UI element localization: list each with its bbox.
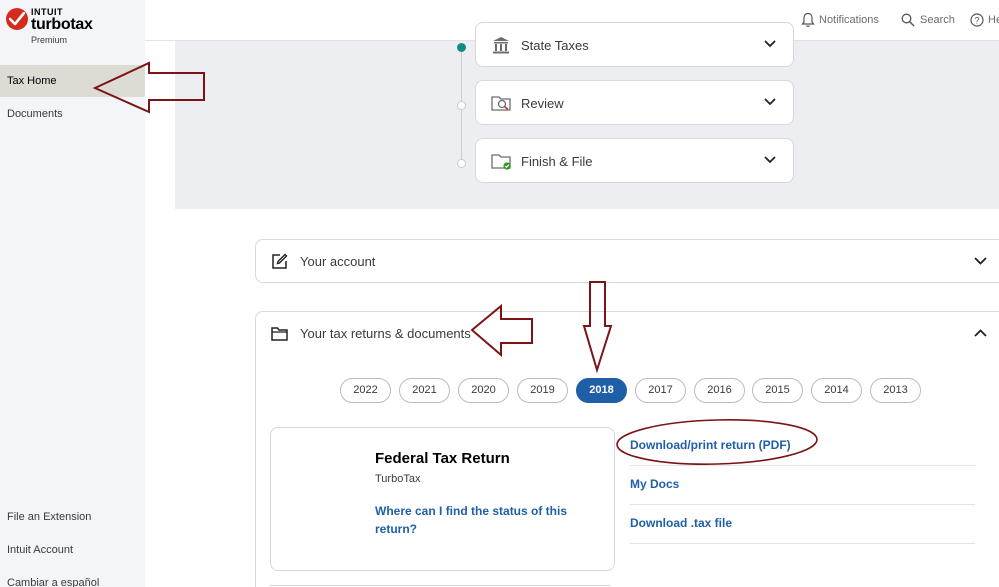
year-2020[interactable]: 2020: [458, 378, 509, 403]
chevron-down-icon: [764, 98, 776, 106]
tax-returns-header[interactable]: Your tax returns & documents: [256, 312, 999, 356]
year-2015[interactable]: 2015: [752, 378, 803, 403]
state-building-icon: [493, 37, 509, 54]
federal-return-subtitle: TurboTax: [375, 473, 421, 485]
year-2019[interactable]: 2019: [517, 378, 568, 403]
search-label: Search: [920, 14, 955, 26]
timeline-dot: [457, 159, 466, 168]
folder-icon: [271, 327, 288, 341]
sidebar-item-documents[interactable]: Documents: [0, 98, 145, 130]
sidebar-item-tax-home[interactable]: Tax Home: [0, 65, 145, 97]
year-2014[interactable]: 2014: [811, 378, 862, 403]
search-icon: [901, 13, 915, 27]
chevron-down-icon: [974, 257, 987, 265]
edit-icon: [272, 253, 288, 269]
download-tax-file-row: Download .tax file: [630, 505, 975, 544]
timeline-dot-complete: [457, 43, 466, 52]
chevron-up-icon: [974, 329, 987, 337]
step-label: State Taxes: [521, 38, 589, 53]
logo-product: turbotax: [31, 16, 93, 33]
step-finish-file[interactable]: Finish & File: [475, 138, 794, 183]
your-account-card[interactable]: Your account: [255, 239, 999, 283]
year-2022[interactable]: 2022: [340, 378, 391, 403]
tax-returns-title: Your tax returns & documents: [300, 326, 471, 341]
chevron-down-icon: [764, 156, 776, 164]
sidebar-item-spanish[interactable]: Cambiar a español: [0, 567, 145, 587]
search-link[interactable]: Search: [901, 11, 957, 29]
download-tax-file-link[interactable]: Download .tax file: [630, 516, 732, 530]
year-2013[interactable]: 2013: [870, 378, 921, 403]
year-2018[interactable]: 2018: [576, 378, 627, 403]
year-2017[interactable]: 2017: [635, 378, 686, 403]
sidebar: INTUIT turbotax Premium Tax Home Documen…: [0, 0, 145, 587]
help-label: He: [988, 14, 999, 26]
chevron-down-icon: [764, 40, 776, 48]
your-account-title: Your account: [300, 254, 376, 269]
svg-text:?: ?: [974, 15, 979, 25]
return-status-link[interactable]: Where can I find the status of this retu…: [375, 502, 585, 538]
notifications-link[interactable]: Notifications: [801, 11, 881, 29]
checkmark-logo-icon: [6, 8, 28, 30]
finish-folder-icon: [491, 154, 511, 170]
help-link[interactable]: ? He: [970, 11, 999, 29]
my-docs-link[interactable]: My Docs: [630, 477, 679, 491]
download-print-pdf-link[interactable]: Download/print return (PDF): [630, 438, 791, 452]
bell-icon: [801, 12, 815, 28]
timeline-dot: [457, 101, 466, 110]
step-label: Finish & File: [521, 154, 593, 169]
sidebar-item-file-extension[interactable]: File an Extension: [0, 501, 145, 533]
my-docs-row: My Docs: [630, 466, 975, 505]
logo-edition: Premium: [31, 35, 68, 45]
year-2016[interactable]: 2016: [694, 378, 745, 403]
step-state-taxes[interactable]: State Taxes: [475, 22, 794, 67]
federal-return-title: Federal Tax Return: [375, 450, 510, 467]
review-magnifier-icon: [491, 96, 511, 111]
download-pdf-row: Download/print return (PDF): [630, 427, 975, 466]
help-icon: ?: [970, 13, 984, 27]
step-label: Review: [521, 96, 564, 111]
step-review[interactable]: Review: [475, 80, 794, 125]
sidebar-item-intuit-account[interactable]: Intuit Account: [0, 534, 145, 566]
year-2021[interactable]: 2021: [399, 378, 450, 403]
notifications-label: Notifications: [819, 14, 879, 26]
federal-return-card: Federal Tax Return TurboTax Where can I …: [270, 427, 615, 571]
